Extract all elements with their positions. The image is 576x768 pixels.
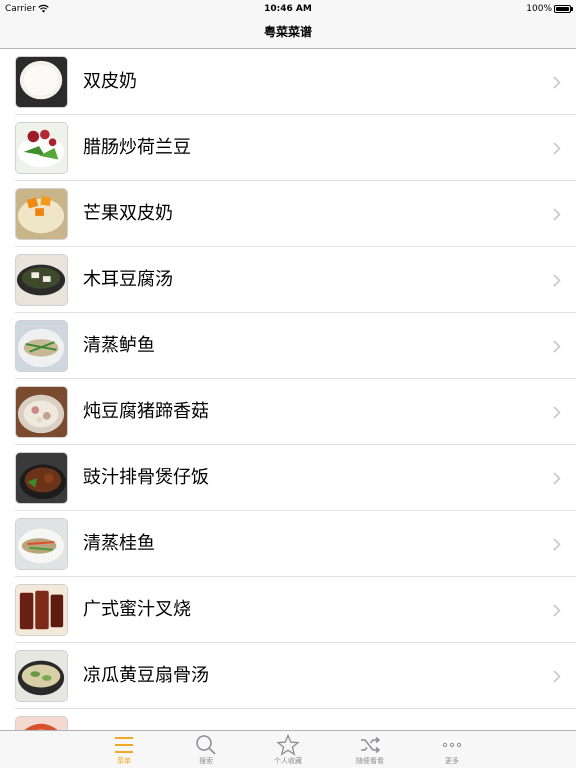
- battery-tip: [571, 7, 573, 11]
- chevron-right-icon: [553, 76, 561, 89]
- chevron-right-icon: [553, 472, 561, 485]
- recipe-thumbnail: [15, 320, 68, 372]
- battery-fill: [556, 7, 569, 11]
- recipe-name: 凉瓜黄豆扇骨汤: [83, 665, 209, 686]
- steamed-bass-photo: [16, 321, 67, 371]
- shuffle-icon: [361, 736, 381, 754]
- recipe-row[interactable]: 腊肠炒荷兰豆: [0, 115, 576, 181]
- recipe-thumbnail: [15, 584, 68, 636]
- milk-pudding-photo: [16, 57, 67, 107]
- recipe-row[interactable]: 清蒸鲈鱼: [0, 313, 576, 379]
- navigation-bar: 粤菜菜谱: [0, 18, 576, 49]
- tab-more-dots[interactable]: 更多: [411, 731, 493, 768]
- recipe-name: 芒果双皮奶: [83, 203, 173, 224]
- chevron-right-icon: [553, 208, 561, 221]
- star-icon: [276, 734, 300, 756]
- recipe-name: 双皮奶: [83, 71, 137, 92]
- recipe-row[interactable]: 双皮奶: [0, 49, 576, 115]
- recipe-row[interactable]: [0, 709, 576, 730]
- chevron-right-icon: [553, 274, 561, 287]
- recipe-row[interactable]: 木耳豆腐汤: [0, 247, 576, 313]
- recipe-row[interactable]: 炖豆腐猪蹄香菇: [0, 379, 576, 445]
- battery-percentage: 100%: [526, 4, 552, 14]
- tab-label: 随便看看: [356, 757, 384, 765]
- recipe-name: 腊肠炒荷兰豆: [83, 137, 191, 158]
- more-dots-icon: [442, 742, 462, 748]
- menu-list-icon: [115, 737, 133, 753]
- battery-icon: [554, 5, 571, 13]
- recipe-thumbnail: [15, 122, 68, 174]
- tab-shuffle[interactable]: 随便看看: [329, 731, 411, 768]
- recipe-thumbnail: [15, 386, 68, 438]
- tab-label: 搜索: [199, 757, 213, 765]
- recipe-thumbnail: [15, 254, 68, 306]
- sausage-peas-photo: [16, 123, 67, 173]
- recipe-row[interactable]: 凉瓜黄豆扇骨汤: [0, 643, 576, 709]
- tab-menu-list[interactable]: 菜单: [83, 731, 165, 768]
- chevron-right-icon: [553, 604, 561, 617]
- chevron-right-icon: [553, 538, 561, 551]
- recipe-name: 豉汁排骨煲仔饭: [83, 467, 209, 488]
- recipe-thumbnail: [15, 188, 68, 240]
- chevron-right-icon: [553, 340, 561, 353]
- tofu-soup-photo: [16, 255, 67, 305]
- tab-label: 个人收藏: [274, 757, 302, 765]
- chevron-right-icon: [553, 142, 561, 155]
- bitter-melon-soup-photo: [16, 651, 67, 701]
- recipe-name: 广式蜜汁叉烧: [83, 599, 191, 620]
- trotter-stew-photo: [16, 387, 67, 437]
- search-icon: [196, 735, 216, 755]
- page-title: 粤菜菜谱: [263, 25, 312, 39]
- tab-star[interactable]: 个人收藏: [247, 731, 329, 768]
- tab-label: 菜单: [117, 757, 131, 765]
- claypot-rice-photo: [16, 453, 67, 503]
- recipe-thumbnail: [15, 518, 68, 570]
- tab-label: 更多: [445, 757, 459, 765]
- recipe-name: 清蒸桂鱼: [83, 533, 155, 554]
- recipe-row[interactable]: 广式蜜汁叉烧: [0, 577, 576, 643]
- tab-bar: 菜单 搜索 个人收藏 随便看看 更多: [0, 730, 576, 768]
- shrimp-photo: [16, 717, 67, 730]
- screen: Carrier 10:46 AM 100% 粤菜菜谱 双皮奶腊肠炒荷兰豆 芒果双皮…: [0, 0, 576, 768]
- chevron-right-icon: [553, 670, 561, 683]
- recipe-name: 炖豆腐猪蹄香菇: [83, 401, 209, 422]
- recipe-thumbnail: [15, 716, 68, 730]
- char-siu-photo: [16, 585, 67, 635]
- recipe-thumbnail: [15, 452, 68, 504]
- recipe-name: 清蒸鲈鱼: [83, 335, 155, 356]
- chevron-right-icon: [553, 406, 561, 419]
- status-bar: Carrier 10:46 AM 100%: [0, 0, 576, 18]
- tab-search[interactable]: 搜索: [165, 731, 247, 768]
- recipe-list[interactable]: 双皮奶腊肠炒荷兰豆 芒果双皮奶木耳豆腐汤清蒸鲈鱼炖豆腐猪蹄香菇 豉汁排骨煲仔饭 清蒸桂…: [0, 49, 576, 730]
- recipe-row[interactable]: 豉汁排骨煲仔饭: [0, 445, 576, 511]
- recipe-thumbnail: [15, 56, 68, 108]
- recipe-name: 木耳豆腐汤: [83, 269, 173, 290]
- recipe-row[interactable]: 清蒸桂鱼: [0, 511, 576, 577]
- recipe-thumbnail: [15, 650, 68, 702]
- clock: 10:46 AM: [264, 4, 312, 14]
- mango-pudding-photo: [16, 189, 67, 239]
- steamed-mandarin-fish-photo: [16, 519, 67, 569]
- recipe-row[interactable]: 芒果双皮奶: [0, 181, 576, 247]
